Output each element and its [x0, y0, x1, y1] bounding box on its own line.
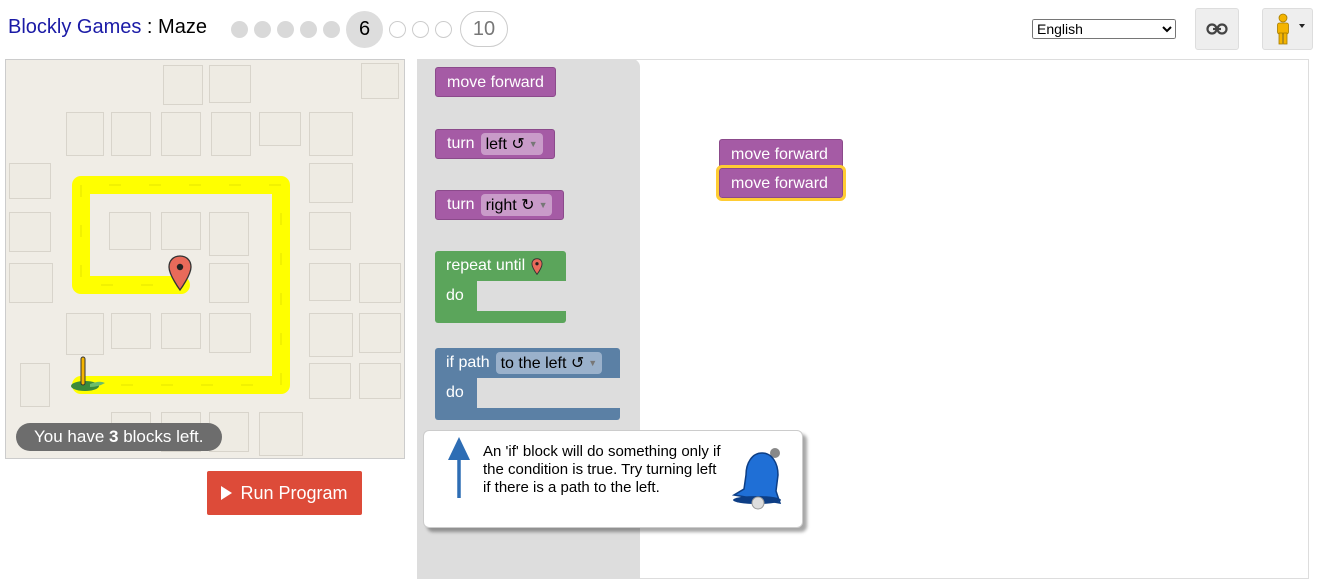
help-tooltip-text: An 'if' block will do something only if … — [483, 443, 721, 496]
statement-slot — [477, 378, 620, 408]
block-label: move forward — [731, 146, 828, 163]
blocks-left-status: You have 3 blocks left. — [16, 423, 222, 451]
dropdown-value: to the left ↺ — [500, 355, 585, 372]
block-footer — [435, 311, 566, 323]
up-arrow-icon — [448, 437, 470, 498]
do-spine: do — [435, 281, 477, 311]
block-label: turn — [447, 196, 475, 213]
dropdown-arrow-icon: ▼ — [588, 358, 598, 368]
block-label: if path — [446, 354, 490, 371]
block-label: move forward — [447, 74, 544, 91]
turn-direction-dropdown[interactable]: left ↺ ▼ — [480, 133, 543, 155]
level-3-dot[interactable] — [277, 20, 294, 38]
dropdown-value: right ↻ — [485, 197, 535, 214]
status-suffix: blocks left. — [118, 427, 204, 446]
path-direction-dropdown[interactable]: to the left ↺ ▼ — [495, 352, 603, 374]
level-5-dot[interactable] — [323, 20, 340, 38]
block-header: if path to the left ↺ ▼ — [435, 348, 620, 378]
map-marker-icon — [168, 255, 192, 291]
level-4-dot[interactable] — [300, 20, 317, 38]
app-title: Blockly Games : Maze — [8, 16, 207, 39]
dropdown-arrow-icon: ▼ — [528, 139, 538, 149]
help-tooltip: An 'if' block will do something only if … — [423, 430, 803, 528]
dropdown-value: left ↺ — [485, 136, 525, 153]
level-1-dot[interactable] — [231, 20, 248, 38]
do-label: do — [446, 384, 464, 401]
toolbox-turn-right-block[interactable]: turn right ↻ ▼ — [435, 190, 565, 220]
language-select[interactable]: English — [1032, 19, 1176, 39]
toolbox-turn-left-block[interactable]: turn left ↺ ▼ — [435, 129, 555, 159]
block-footer — [435, 408, 620, 420]
title-separator: : — [141, 16, 159, 38]
goal-marker-icon — [531, 257, 543, 275]
dropdown-arrow-icon: ▼ — [538, 200, 548, 210]
current-level[interactable]: 6 — [346, 10, 383, 48]
workspace-move-forward-block-2[interactable]: move forward — [716, 165, 846, 201]
link-icon — [1206, 23, 1228, 35]
bell-icon — [731, 448, 782, 510]
level-9-dot[interactable] — [435, 20, 452, 38]
pegman-button[interactable] — [1262, 8, 1313, 50]
level-8-dot[interactable] — [412, 20, 429, 38]
block-label: repeat until — [446, 257, 526, 274]
toolbox-if-path-block[interactable]: if path to the left ↺ ▼ do — [435, 348, 620, 420]
link-button[interactable] — [1195, 8, 1239, 50]
last-level[interactable]: 10 — [460, 11, 508, 47]
run-program-button[interactable]: Run Program — [207, 471, 362, 515]
brand-link[interactable]: Blockly Games — [8, 16, 141, 38]
pegman-icon — [1276, 13, 1305, 45]
block-header: repeat until — [435, 251, 566, 281]
run-program-label: Run Program — [240, 482, 348, 503]
do-spine: do — [435, 378, 477, 408]
level-selector: 6 10 — [231, 10, 514, 48]
turn-direction-dropdown[interactable]: right ↻ ▼ — [480, 194, 553, 216]
game-name: Maze — [158, 16, 207, 38]
level-7-dot[interactable] — [389, 20, 406, 38]
statement-slot — [477, 281, 566, 311]
status-prefix: You have — [34, 427, 109, 446]
level-2-dot[interactable] — [254, 20, 271, 38]
block-label: move forward — [731, 175, 828, 192]
play-icon — [221, 486, 233, 500]
pegman-start-icon — [71, 356, 105, 391]
maze-path — [72, 176, 290, 394]
block-label: turn — [447, 135, 475, 152]
toolbox-repeat-until-block[interactable]: repeat until do — [435, 251, 566, 323]
toolbox-move-forward-block[interactable]: move forward — [435, 67, 556, 97]
do-label: do — [446, 287, 464, 304]
workspace-move-forward-block-1[interactable]: move forward — [719, 139, 843, 169]
maze-board: You have 3 blocks left. — [5, 59, 405, 459]
